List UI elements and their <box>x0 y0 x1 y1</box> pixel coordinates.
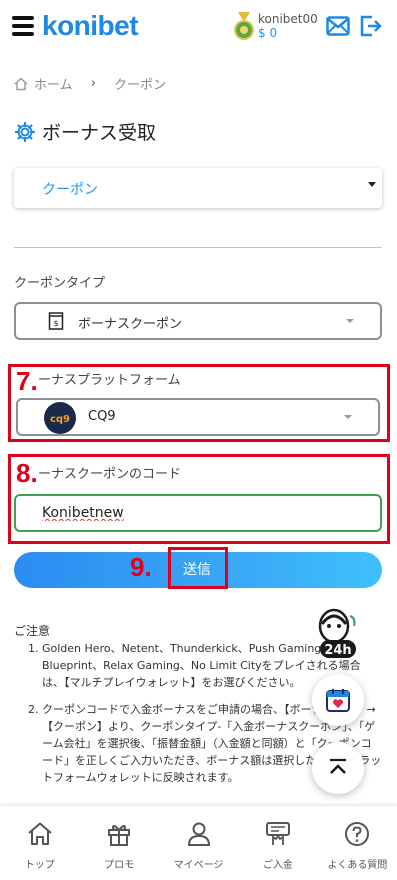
vip-medal-icon <box>234 12 254 40</box>
bonus-method-value: クーポン <box>42 182 98 198</box>
caret-down-icon <box>344 415 352 419</box>
platform-value: CQ9 <box>88 409 116 424</box>
home-icon <box>28 822 52 845</box>
chevron-right-icon: › <box>90 76 96 91</box>
calendar-heart-icon <box>326 689 350 712</box>
nav-deposit[interactable]: ご入金 <box>238 806 317 880</box>
scroll-top-button[interactable] <box>312 742 364 794</box>
coupon-icon: $ <box>48 312 64 330</box>
submit-label[interactable]: 送信 <box>183 559 211 579</box>
caret-down-icon <box>368 182 376 187</box>
step9-number: 9. <box>130 552 152 582</box>
home-icon[interactable] <box>14 77 28 91</box>
coupon-type-value: ボーナスクーポン <box>78 317 183 332</box>
balance: $ 0 <box>258 26 278 40</box>
help-icon <box>345 822 370 846</box>
nav-faq[interactable]: よくある質問 <box>318 806 397 880</box>
username: konibet00 <box>258 12 318 26</box>
mail-icon[interactable] <box>326 16 350 36</box>
user-icon <box>187 822 210 846</box>
coupon-code-input[interactable] <box>14 494 382 532</box>
svg-text:24h: 24h <box>324 643 351 658</box>
breadcrumb: ホーム › クーポン <box>14 74 166 93</box>
coupon-type-label: クーポンタイプ <box>14 276 106 291</box>
deposit-icon <box>265 822 290 845</box>
nav-label: プロモ <box>104 860 135 871</box>
nav-top[interactable]: トップ <box>0 806 79 880</box>
support-24h-icon[interactable]: 24h <box>308 604 368 664</box>
logout-icon[interactable] <box>358 14 382 38</box>
notes-title: ご注意 <box>14 624 51 638</box>
divider <box>14 247 382 248</box>
coupon-type-select[interactable]: $ ボーナスクーポン <box>14 302 382 340</box>
cq9-logo: cq9 <box>44 402 76 434</box>
nav-label: マイページ <box>173 860 224 871</box>
nav-label: トップ <box>24 860 55 871</box>
bottom-nav: トップ プロモ マイページ ご入金 よくある質問 <box>0 806 397 880</box>
page-title-text: ボーナス受取 <box>42 122 157 144</box>
svg-text:$: $ <box>53 319 58 328</box>
nav-promo[interactable]: プロモ <box>79 806 158 880</box>
nav-label: よくある質問 <box>327 860 388 871</box>
page-title: ボーナス受取 <box>14 118 156 145</box>
nav-mypage[interactable]: マイページ <box>159 806 238 880</box>
step7-number: 7. <box>16 366 38 396</box>
step8-number: 8. <box>16 458 38 488</box>
logo[interactable]: konibet <box>42 10 139 42</box>
gear-icon <box>14 121 36 142</box>
caret-down-icon <box>346 319 354 323</box>
coupon-code-label: ーナスクーポンのコード <box>38 467 182 482</box>
chevron-up-icon <box>330 758 346 774</box>
platform-select[interactable]: cq9 CQ9 <box>16 398 380 436</box>
platform-label: ーナスプラットフォーム <box>38 373 181 388</box>
menu-icon[interactable] <box>12 16 34 36</box>
calendar-button[interactable] <box>312 674 364 726</box>
gift-icon <box>108 824 131 846</box>
breadcrumb-current: クーポン <box>113 78 166 93</box>
bonus-method-select[interactable]: クーポン <box>14 168 382 208</box>
app-header: konibet konibet00 $ 0 <box>0 0 397 52</box>
breadcrumb-home[interactable]: ホーム <box>34 74 73 93</box>
svg-text:cq9: cq9 <box>50 414 70 424</box>
nav-label: ご入金 <box>262 860 293 871</box>
